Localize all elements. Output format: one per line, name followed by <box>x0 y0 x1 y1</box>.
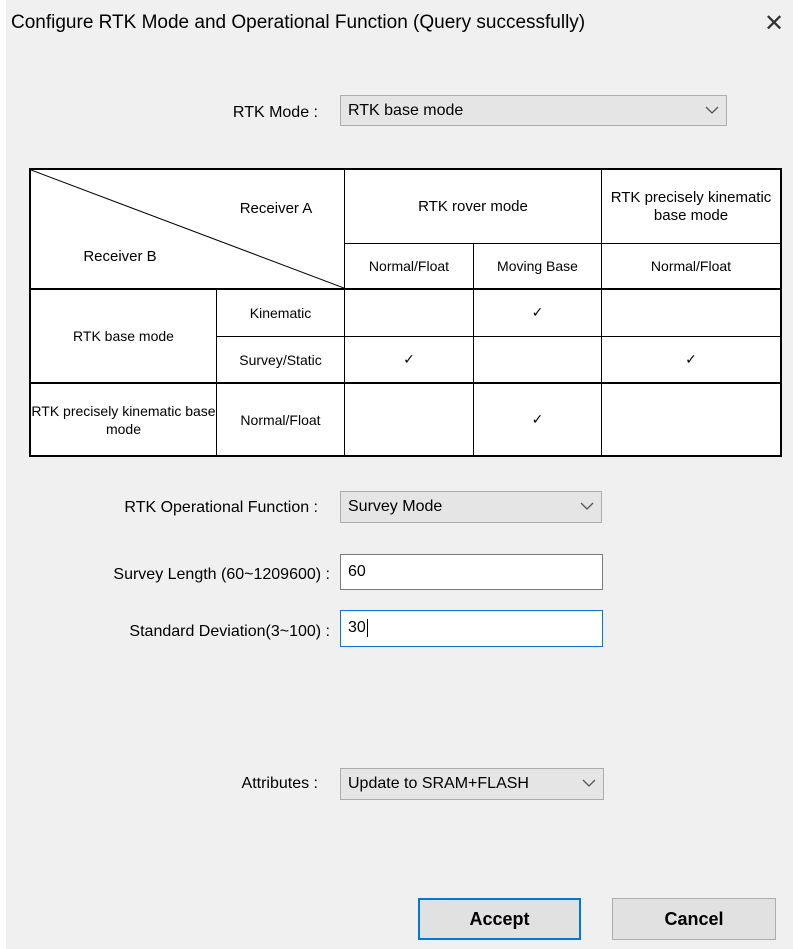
receiver-b-label: Receiver B <box>83 248 157 265</box>
dialog-title: Configure RTK Mode and Operational Funct… <box>11 12 586 33</box>
header-diagonal <box>31 170 344 288</box>
col-group-rover: RTK rover mode <box>418 197 528 215</box>
rtk-mode-select[interactable]: RTK base mode <box>340 95 727 126</box>
col-moving-base: Moving Base <box>497 258 578 274</box>
row-kinematic: Kinematic <box>249 305 312 321</box>
standard-deviation-input[interactable]: 30 <box>340 610 603 647</box>
empty-cell <box>474 337 601 382</box>
check-icon: ✓ <box>531 411 544 428</box>
col-normal-float: Normal/Float <box>368 258 450 274</box>
empty-cell <box>602 290 780 336</box>
rtk-mode-label: RTK Mode : <box>232 104 318 121</box>
accept-button[interactable]: Accept <box>418 898 581 940</box>
receiver-a-label: Receiver A <box>239 200 313 217</box>
survey-length-value: 60 <box>348 563 366 580</box>
empty-cell <box>345 290 473 336</box>
text-caret <box>366 618 368 637</box>
survey-length-label: Survey Length (60~1209600) : <box>113 566 330 583</box>
attributes-value: Update to SRAM+FLASH <box>348 775 529 792</box>
attributes-select[interactable]: Update to SRAM+FLASH <box>340 768 604 800</box>
compatibility-table: Receiver A Receiver B RTK rover mode RTK… <box>29 168 782 457</box>
check-icon: ✓ <box>403 351 415 368</box>
rtk-mode-value: RTK base mode <box>348 102 464 119</box>
operational-function-value: Survey Mode <box>348 498 443 515</box>
chevron-down-icon <box>705 106 719 114</box>
standard-deviation-value: 30 <box>348 619 366 636</box>
empty-cell <box>345 384 473 455</box>
cancel-button[interactable]: Cancel <box>612 898 776 940</box>
row-group-precise-base: RTK precisely kinematic base mode <box>31 402 216 437</box>
empty-cell <box>602 384 780 455</box>
chevron-down-icon <box>580 502 594 510</box>
close-icon[interactable]: ✕ <box>761 10 787 38</box>
survey-length-input[interactable]: 60 <box>340 554 603 590</box>
operational-function-select[interactable]: Survey Mode <box>340 491 602 523</box>
window-edge <box>0 0 6 949</box>
row-survey-static: Survey/Static <box>239 351 322 368</box>
check-icon: ✓ <box>531 305 544 321</box>
col-group-precise-base: RTK precisely kinematic base mode <box>610 188 772 224</box>
row-group-base: RTK base mode <box>73 328 174 344</box>
dialog-window: Configure RTK Mode and Operational Funct… <box>0 0 793 949</box>
col-precise-normal-float: Normal/Float <box>650 258 732 274</box>
row-normal-float: Normal/Float <box>240 411 321 428</box>
attributes-label: Attributes : <box>241 775 318 792</box>
standard-deviation-label: Standard Deviation(3~100) : <box>129 623 330 640</box>
check-icon: ✓ <box>685 351 697 368</box>
chevron-down-icon <box>582 779 596 787</box>
operational-function-label: RTK Operational Function : <box>124 499 318 516</box>
